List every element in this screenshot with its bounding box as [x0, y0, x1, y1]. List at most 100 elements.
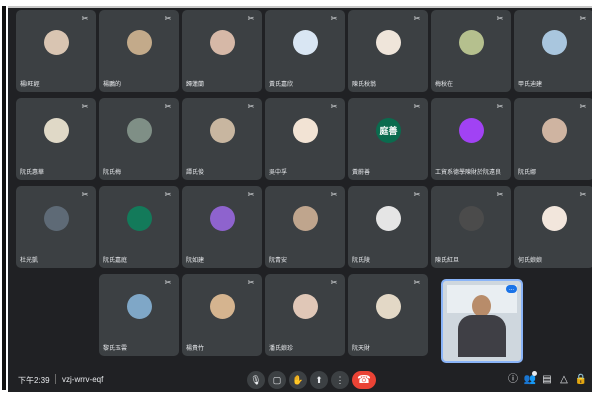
muted-mic-icon: ✂ — [413, 190, 421, 199]
participant-avatar — [210, 30, 235, 55]
participant-avatar — [210, 118, 235, 143]
end-call-button[interactable]: ☎ — [352, 371, 376, 389]
camera-icon: ▢ — [272, 375, 282, 385]
raise-hand-button[interactable]: ✋ — [289, 371, 307, 389]
participant-avatar — [210, 206, 235, 231]
muted-mic-icon: ✂ — [81, 190, 89, 199]
participant-avatar — [293, 118, 318, 143]
participant-tile[interactable]: ✂ 楊鵬的 — [99, 10, 179, 92]
participant-avatar — [459, 118, 484, 143]
mic-icon: 🎙 — [250, 375, 262, 385]
camera-button[interactable]: ▢ — [268, 371, 286, 389]
participant-tile[interactable]: ✂ 楊I旺經 — [16, 10, 96, 92]
participant-avatar — [542, 206, 567, 231]
participant-tile[interactable]: ✂ 阮如建 — [182, 186, 262, 268]
participant-tile[interactable]: ✂ 何氏娘娘 — [514, 186, 592, 268]
host-controls-button[interactable]: 🔒 — [574, 373, 588, 387]
activities-icon: △ — [560, 374, 568, 385]
participant-avatar — [376, 206, 401, 231]
participant-tile[interactable]: ✂ 黎氏玉雲 — [99, 274, 179, 356]
muted-mic-icon: ✂ — [247, 190, 255, 199]
meeting-window: ✂ 楊I旺經 ✂ 楊鵬的 ✂ 歸蓮蘭 ✂ 黃氏嘉欣 ✂ 陳氏秋翁 ✂ 梅秋在 ✂ 甲氏迪建 ✂ 阮氏惠華 ✂ 阮氏… — [8, 6, 592, 392]
more-options-button[interactable]: ⋮ — [331, 371, 349, 389]
participant-name: 阮如建 — [186, 258, 205, 264]
people-button[interactable]: 👥 — [523, 371, 537, 387]
participant-name: 楊貴竹 — [186, 346, 205, 352]
participant-tile[interactable]: ✂ 歸蓮蘭 — [182, 10, 262, 92]
participant-avatar — [376, 294, 401, 319]
participant-avatar — [127, 294, 152, 319]
toolbar-separator — [55, 374, 56, 384]
participant-name: 譚氏俊 — [186, 170, 205, 176]
participant-tile[interactable]: ✂ 阮氏嘉庭 — [99, 186, 179, 268]
muted-mic-icon: ✂ — [164, 190, 172, 199]
participant-tile[interactable]: ✂ 阮氏娜 — [514, 98, 592, 180]
participant-name: 潘氏娘珍 — [269, 346, 294, 352]
speaking-badge: ... — [506, 285, 517, 293]
participant-tile[interactable]: ✂ 梅秋在 — [431, 10, 511, 92]
participant-avatar — [127, 118, 152, 143]
meeting-code: vzj-wrrv-eqf — [62, 375, 104, 384]
participant-tile[interactable]: ✂ 阮氏梅 — [99, 98, 179, 180]
participant-name: 工貿系德學陳財於阮遠良 — [435, 170, 502, 176]
participant-tile[interactable]: ✂ 阮天財 — [348, 274, 428, 356]
people-indicator-dot — [532, 371, 537, 376]
muted-mic-icon: ✂ — [247, 102, 255, 111]
raise-hand-icon: ✋ — [292, 375, 304, 385]
participant-avatar — [44, 30, 69, 55]
participant-name: 阮氏惠華 — [20, 170, 45, 176]
muted-mic-icon: ✂ — [496, 14, 504, 23]
chat-button[interactable]: ▤ — [540, 373, 554, 387]
participant-avatar — [542, 118, 567, 143]
participant-avatar — [44, 118, 69, 143]
info-icon: ⓘ — [508, 374, 518, 385]
participant-name: 阮氏陵 — [352, 258, 371, 264]
participant-avatar — [542, 30, 567, 55]
muted-mic-icon: ✂ — [330, 14, 338, 23]
participant-avatar — [44, 206, 69, 231]
participant-tile[interactable]: ✂ 庭善 黃蔚善 — [348, 98, 428, 180]
participant-tile[interactable]: ✂ 潘氏娘珍 — [265, 274, 345, 356]
speaker-body — [458, 315, 506, 357]
participant-tile[interactable]: ✂ 阮氏惠華 — [16, 98, 96, 180]
participant-name: 吳中孚 — [269, 170, 288, 176]
meeting-time: 下午2:39 — [18, 376, 50, 385]
participant-avatar — [459, 206, 484, 231]
participant-tile[interactable]: ✂ 陳氏秋翁 — [348, 10, 428, 92]
participant-tile[interactable]: ✂ 杜光凱 — [16, 186, 96, 268]
muted-mic-icon: ✂ — [413, 102, 421, 111]
participant-tile[interactable]: ✂ 阮青安 — [265, 186, 345, 268]
active-speaker-video[interactable]: ... — [441, 279, 523, 363]
participant-tile[interactable]: ✂ 楊貴竹 — [182, 274, 262, 356]
muted-mic-icon: ✂ — [81, 102, 89, 111]
participant-name: 阮天財 — [352, 346, 371, 352]
mic-button[interactable]: 🎙 — [247, 371, 265, 389]
participant-avatar — [376, 30, 401, 55]
participant-name: 黃氏嘉欣 — [269, 82, 294, 88]
muted-mic-icon: ✂ — [413, 278, 421, 287]
muted-mic-icon: ✂ — [579, 14, 587, 23]
activities-button[interactable]: △ — [557, 373, 571, 387]
participant-tile[interactable]: ✂ 譚氏俊 — [182, 98, 262, 180]
participant-name: 杜光凱 — [20, 258, 39, 264]
muted-mic-icon: ✂ — [164, 278, 172, 287]
muted-mic-icon: ✂ — [247, 14, 255, 23]
participant-name: 楊鵬的 — [103, 82, 122, 88]
participant-avatar — [293, 294, 318, 319]
participant-name: 陳氏紅旦 — [435, 258, 460, 264]
muted-mic-icon: ✂ — [413, 14, 421, 23]
participant-tile[interactable]: ✂ 阮氏陵 — [348, 186, 428, 268]
participant-tile[interactable]: ✂ 黃氏嘉欣 — [265, 10, 345, 92]
host-controls-icon: 🔒 — [574, 374, 588, 385]
participant-tile[interactable]: ✂ 甲氏迪建 — [514, 10, 592, 92]
participant-tile[interactable]: ✂ 吳中孚 — [265, 98, 345, 180]
participant-tile[interactable]: ✂ 陳氏紅旦 — [431, 186, 511, 268]
muted-mic-icon: ✂ — [81, 14, 89, 23]
info-button[interactable]: ⓘ — [506, 373, 520, 387]
participant-name: 歸蓮蘭 — [186, 82, 205, 88]
participant-name: 梅秋在 — [435, 82, 454, 88]
participant-name: 楊I旺經 — [20, 82, 40, 88]
present-button[interactable]: ⬆ — [310, 371, 328, 389]
participant-tile[interactable]: ✂ 工貿系德學陳財於阮遠良 — [431, 98, 511, 180]
muted-mic-icon: ✂ — [579, 190, 587, 199]
